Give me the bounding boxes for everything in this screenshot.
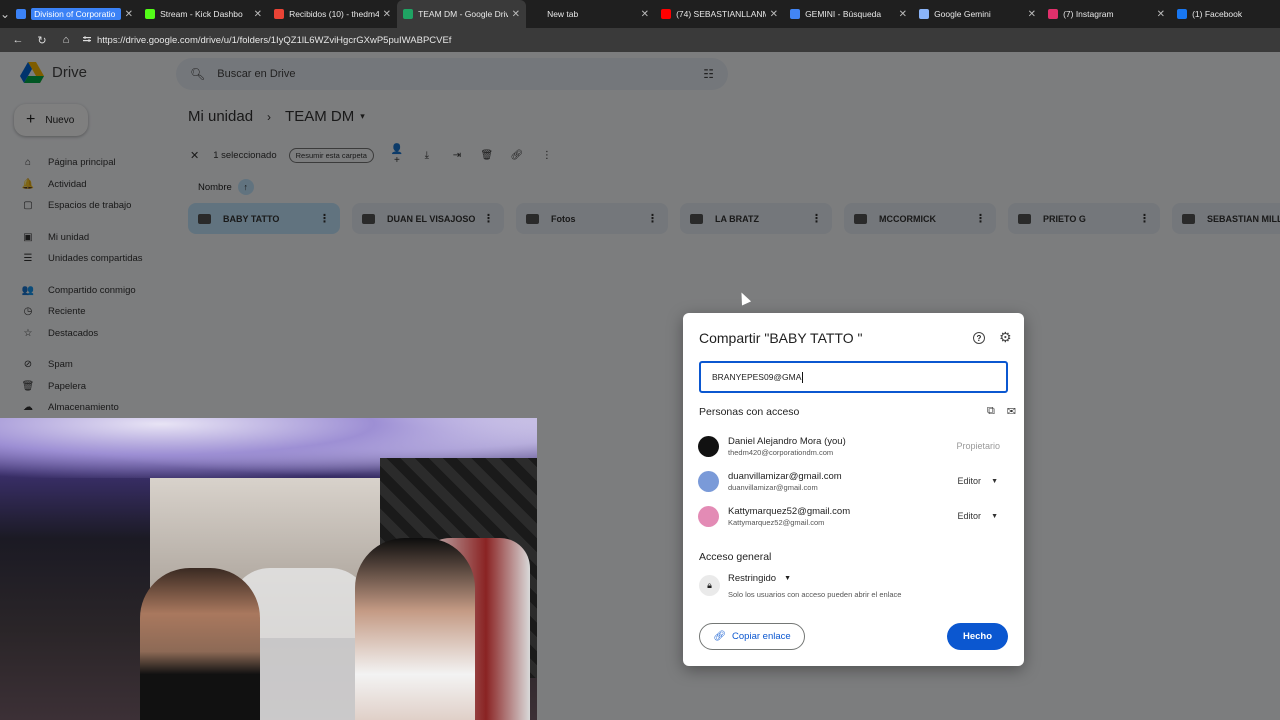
access-level-dropdown[interactable]: Restringido ▼ [728, 573, 901, 584]
tab-title: New tab [547, 9, 579, 19]
tab-favicon-icon [1177, 9, 1188, 19]
browser-tab[interactable]: TEAM DM - Google Drive ✕ [397, 0, 527, 28]
address-bar: ← ↻ ⌂ https://drive.google.com/drive/u/1… [0, 28, 1280, 52]
copy-emails-icon[interactable]: ⧉ [987, 405, 995, 418]
copy-link-label: Copiar enlace [732, 631, 791, 642]
people-with-access-heading: Personas con acceso [699, 406, 800, 418]
tab-title: (1) Facebook [1192, 9, 1243, 19]
browser-tab[interactable]: (7) Instagram ✕ [1042, 0, 1171, 28]
share-dialog: Compartir "BABY TATTO " ? ⚙ BRANYEPES09@… [683, 313, 1024, 666]
tab-favicon-icon [919, 9, 930, 19]
close-tab-icon[interactable]: ✕ [1157, 9, 1165, 20]
person-row: duanvillamizar@gmail.com duanvillamizar@g… [698, 468, 1008, 494]
role-dropdown[interactable]: Editor ▼ [958, 476, 1008, 486]
email-icon[interactable]: ✉ [1007, 405, 1016, 418]
tab-title: (74) SEBASTIANLLANMI12 [676, 9, 766, 19]
tab-favicon-icon [274, 9, 285, 19]
tab-favicon-icon [16, 9, 27, 19]
avatar [698, 505, 719, 527]
lock-icon: 🔒︎ [699, 575, 720, 596]
person-name: Daniel Alejandro Mora (you) [728, 435, 846, 447]
avatar [698, 435, 719, 457]
add-people-input-value: BRANYEPES09@GMA [712, 372, 802, 382]
role-dropdown[interactable]: Editor ▼ [958, 511, 1008, 521]
tab-favicon-icon [790, 9, 801, 19]
browser-tab[interactable]: Stream - Kick Dashbo ✕ [139, 0, 268, 28]
browser-tab[interactable]: Google Gemini ✕ [913, 0, 1042, 28]
back-icon[interactable]: ← [6, 34, 30, 46]
general-access-row: 🔒︎ Restringido ▼ Solo los usuarios con a… [699, 573, 1009, 599]
tab-title: TEAM DM - Google Drive [418, 9, 508, 19]
tab-title: (7) Instagram [1063, 9, 1114, 19]
close-tab-icon[interactable]: ✕ [512, 9, 520, 20]
close-tab-icon[interactable]: ✕ [899, 9, 907, 20]
person-email: Kattymarquez52@gmail.com [728, 517, 825, 527]
tab-favicon-icon [532, 9, 542, 19]
general-access-heading: Acceso general [699, 551, 772, 563]
people-section-actions: ⧉ ✉ [975, 405, 1016, 418]
gear-icon[interactable]: ⚙ [999, 329, 1012, 346]
role-label: Editor [957, 476, 982, 486]
home-icon[interactable]: ⌂ [54, 34, 78, 46]
text-caret [802, 371, 804, 383]
person-row: Kattymarquez52@gmail.com Kattymarquez52@g… [698, 503, 1008, 529]
tab-search-icon[interactable]: ⌄ [0, 0, 10, 28]
tab-title: Google Gemini [934, 9, 991, 19]
browser-tab-bar: ⌄ Division of Corporatio ✕ Stream - Kick D… [0, 0, 1280, 28]
tab-title: Recibidos (10) - thedm42 [289, 9, 379, 19]
site-info-icon[interactable] [82, 35, 92, 45]
person-row: Daniel Alejandro Mora (you) thedm420@corp… [698, 433, 1008, 459]
done-button[interactable]: Hecho [947, 623, 1008, 650]
tab-title: Stream - Kick Dashbo [160, 9, 243, 19]
role-label: Editor [957, 511, 982, 521]
browser-tab[interactable]: GEMINI - Búsqueda ✕ [784, 0, 913, 28]
streamer-right [355, 538, 475, 720]
add-people-input[interactable]: BRANYEPES09@GMA [699, 361, 1008, 393]
caret-down-icon: ▼ [991, 512, 998, 520]
person-email: duanvillamizar@gmail.com [728, 482, 818, 492]
close-tab-icon[interactable]: ✕ [383, 9, 391, 20]
owner-role-label: Propietario [956, 441, 1000, 451]
person-name: Kattymarquez52@gmail.com [728, 505, 851, 517]
caret-down-icon: ▼ [784, 575, 791, 582]
copy-link-button[interactable]: 🔗︎ Copiar enlace [699, 623, 805, 650]
browser-tab[interactable]: New tab ✕ [526, 0, 655, 28]
close-tab-icon[interactable]: ✕ [125, 9, 133, 20]
close-tab-icon[interactable]: ✕ [770, 9, 778, 20]
tab-title: Division of Corporatio [31, 8, 121, 20]
url-field[interactable]: https://drive.google.com/drive/u/1/folde… [82, 35, 451, 46]
person-name: duanvillamizar@gmail.com [728, 470, 842, 482]
avatar [698, 470, 719, 492]
access-level-label: Restringido [728, 573, 777, 584]
url-text: https://drive.google.com/drive/u/1/folde… [97, 34, 452, 46]
close-tab-icon[interactable]: ✕ [1028, 9, 1036, 20]
tab-favicon-icon [145, 9, 156, 19]
tab-title: GEMINI - Búsqueda [805, 9, 882, 19]
browser-tab[interactable]: (74) SEBASTIANLLANMI12 ✕ [655, 0, 784, 28]
tab-favicon-icon [403, 9, 414, 19]
close-tab-icon[interactable]: ✕ [641, 9, 649, 20]
link-icon: 🔗︎ [713, 631, 727, 642]
caret-down-icon: ▼ [991, 477, 998, 485]
reload-icon[interactable]: ↻ [30, 34, 54, 47]
webcam-overlay [0, 418, 537, 720]
streamer-left [140, 568, 260, 720]
close-tab-icon[interactable]: ✕ [254, 9, 262, 20]
person-email: thedm420@corporationdm.com [728, 447, 834, 457]
tab-favicon-icon [661, 9, 672, 19]
access-description: Solo los usuarios con acceso pueden abri… [728, 590, 902, 599]
browser-tab[interactable]: Recibidos (10) - thedm42 ✕ [268, 0, 397, 28]
browser-tab[interactable]: (1) Facebook✕ [1171, 0, 1280, 28]
browser-tab[interactable]: Division of Corporatio ✕ [10, 0, 139, 28]
help-icon[interactable]: ? [973, 332, 985, 344]
role-label: Propietario [956, 441, 1000, 451]
tab-favicon-icon [1048, 9, 1059, 19]
dialog-title: Compartir "BABY TATTO " [699, 330, 863, 346]
